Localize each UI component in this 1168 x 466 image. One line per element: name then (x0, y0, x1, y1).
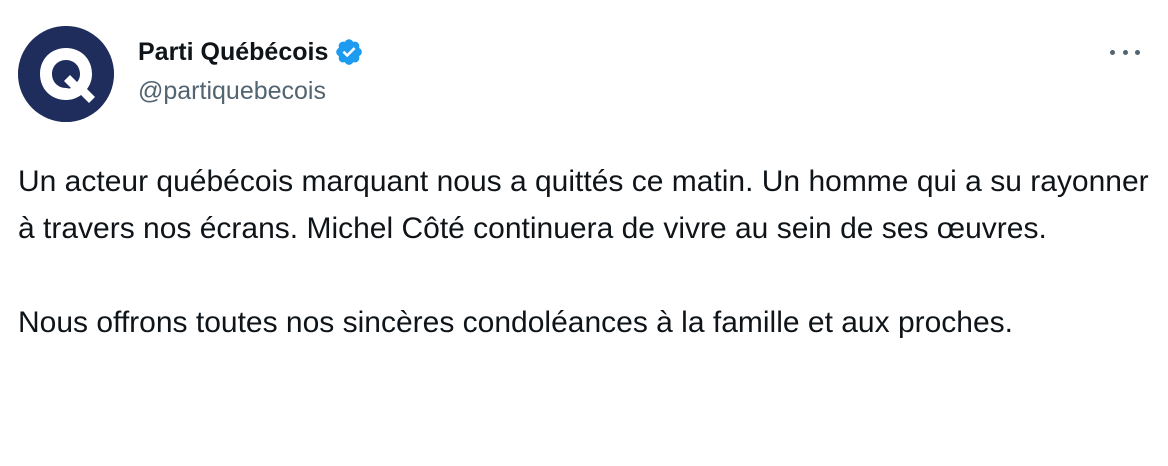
more-options-icon (1135, 49, 1140, 55)
tweet-paragraph: Un acteur québécois marquant nous a quit… (18, 165, 1149, 245)
more-options-button[interactable] (1110, 40, 1140, 64)
more-options-icon (1110, 49, 1115, 55)
tweet-text: Un acteur québécois marquant nous a quit… (18, 158, 1153, 346)
verified-badge-icon[interactable] (334, 37, 364, 67)
more-options-icon (1122, 49, 1128, 55)
account-name-row[interactable]: Parti Québécois (138, 35, 364, 69)
avatar[interactable] (18, 26, 114, 122)
parti-quebecois-logo-icon (18, 26, 114, 122)
account-handle[interactable]: @partiquebecois (138, 77, 326, 106)
tweet-paragraph: Nous offrons toutes nos sincères condolé… (18, 306, 1014, 339)
tweet[interactable]: Parti Québécois @partiquebecois Un acteu… (0, 0, 1168, 466)
display-name[interactable]: Parti Québécois (138, 38, 328, 67)
